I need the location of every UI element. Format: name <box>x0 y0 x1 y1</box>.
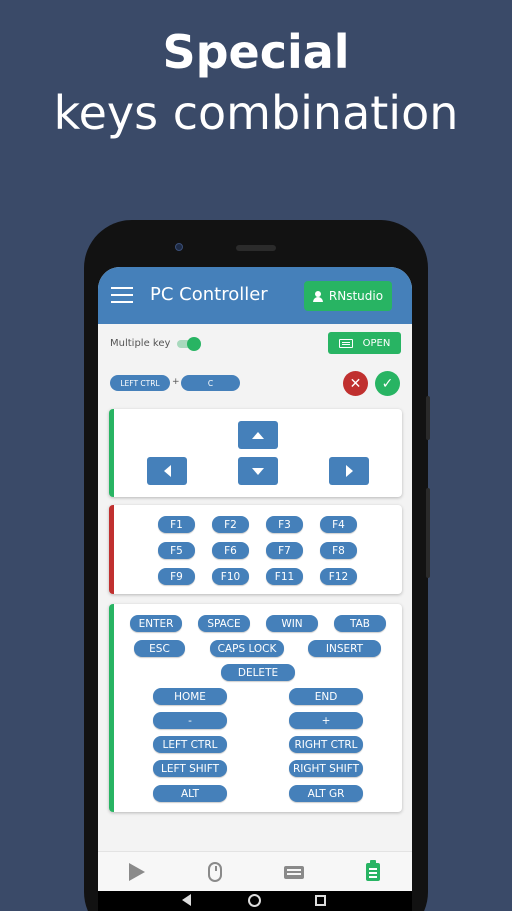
promo-title-bold: Special <box>162 25 350 79</box>
phone-power-button <box>426 396 430 440</box>
close-icon: ✕ <box>349 375 362 392</box>
key-tab[interactable]: TAB <box>334 615 386 632</box>
speaker-grille <box>236 245 276 251</box>
keyboard-icon <box>338 338 353 348</box>
key-f9[interactable]: F9 <box>158 568 195 585</box>
arrow-keys-card <box>109 409 402 497</box>
open-keyboard-button[interactable]: OPEN <box>328 332 401 354</box>
camera-icon <box>175 243 183 251</box>
key-alt[interactable]: ALT <box>153 785 227 802</box>
app-bar: PC Controller RNstudio <box>98 267 412 324</box>
user-button-label: RNstudio <box>328 289 384 303</box>
play-icon <box>129 863 145 881</box>
key-alt-gr[interactable]: ALT GR <box>289 785 363 802</box>
back-icon[interactable] <box>182 894 191 906</box>
key-f8[interactable]: F8 <box>320 542 357 559</box>
cancel-combo-button[interactable]: ✕ <box>343 371 368 396</box>
nav-item-play[interactable] <box>98 852 176 891</box>
key-f10[interactable]: F10 <box>212 568 249 585</box>
arrow-right-button[interactable] <box>329 457 369 485</box>
key-right-shift[interactable]: RIGHT SHIFT <box>289 760 363 777</box>
multiple-key-label: Multiple key <box>110 338 171 349</box>
bottom-nav <box>98 851 412 891</box>
user-icon <box>312 290 323 302</box>
keyboard-icon <box>284 865 304 879</box>
user-button[interactable]: RNstudio <box>304 281 392 311</box>
promo-headline: Special keys combination <box>0 22 512 144</box>
promo-title-light: keys combination <box>53 86 459 140</box>
key-f3[interactable]: F3 <box>266 516 303 533</box>
system-nav-bar <box>98 891 412 911</box>
special-keys-card: ENTER SPACE WIN TAB ESC CAPS LOCK INSERT… <box>109 604 402 812</box>
home-icon[interactable] <box>248 894 261 907</box>
key-f1[interactable]: F1 <box>158 516 195 533</box>
combo-key-1[interactable]: LEFT CTRL <box>110 375 170 391</box>
key-right-ctrl[interactable]: RIGHT CTRL <box>289 736 363 753</box>
function-keys-card: F1 F2 F3 F4 F5 F6 F7 F8 F9 F10 F11 F12 <box>109 505 402 594</box>
key-plus[interactable]: + <box>289 712 363 729</box>
key-esc[interactable]: ESC <box>134 640 185 657</box>
key-space[interactable]: SPACE <box>198 615 250 632</box>
clipboard-icon <box>366 860 380 881</box>
nav-item-clipboard[interactable] <box>334 852 412 891</box>
arrow-up-icon <box>252 431 264 439</box>
multiple-key-toggle[interactable] <box>175 337 201 351</box>
arrow-down-icon <box>252 467 264 475</box>
key-f12[interactable]: F12 <box>320 568 357 585</box>
arrow-left-button[interactable] <box>147 457 187 485</box>
key-enter[interactable]: ENTER <box>130 615 182 632</box>
arrow-down-button[interactable] <box>238 457 278 485</box>
key-left-ctrl[interactable]: LEFT CTRL <box>153 736 227 753</box>
menu-icon[interactable] <box>111 287 133 303</box>
combo-plus: + <box>172 377 180 387</box>
key-caps-lock[interactable]: CAPS LOCK <box>210 640 284 657</box>
arrow-right-icon <box>345 465 353 477</box>
key-win[interactable]: WIN <box>266 615 318 632</box>
key-end[interactable]: END <box>289 688 363 705</box>
key-minus[interactable]: - <box>153 712 227 729</box>
key-left-shift[interactable]: LEFT SHIFT <box>153 760 227 777</box>
open-button-label: OPEN <box>362 337 391 349</box>
check-icon: ✓ <box>381 375 394 392</box>
arrow-up-button[interactable] <box>238 421 278 449</box>
combo-key-2[interactable]: C <box>181 375 240 391</box>
key-insert[interactable]: INSERT <box>308 640 381 657</box>
key-home[interactable]: HOME <box>153 688 227 705</box>
key-f4[interactable]: F4 <box>320 516 357 533</box>
recent-apps-icon[interactable] <box>315 895 326 906</box>
app-title: PC Controller <box>150 284 268 305</box>
nav-item-mouse[interactable] <box>176 852 254 891</box>
send-combo-button[interactable]: ✓ <box>375 371 400 396</box>
app-screen: PC Controller RNstudio Multiple key OPEN… <box>98 267 412 891</box>
key-delete[interactable]: DELETE <box>221 664 295 681</box>
key-f7[interactable]: F7 <box>266 542 303 559</box>
arrow-left-icon <box>163 465 171 477</box>
key-f5[interactable]: F5 <box>158 542 195 559</box>
key-f11[interactable]: F11 <box>266 568 303 585</box>
key-f6[interactable]: F6 <box>212 542 249 559</box>
nav-item-keyboard[interactable] <box>255 852 333 891</box>
phone-volume-button <box>426 488 430 578</box>
key-f2[interactable]: F2 <box>212 516 249 533</box>
mouse-icon <box>208 862 222 882</box>
